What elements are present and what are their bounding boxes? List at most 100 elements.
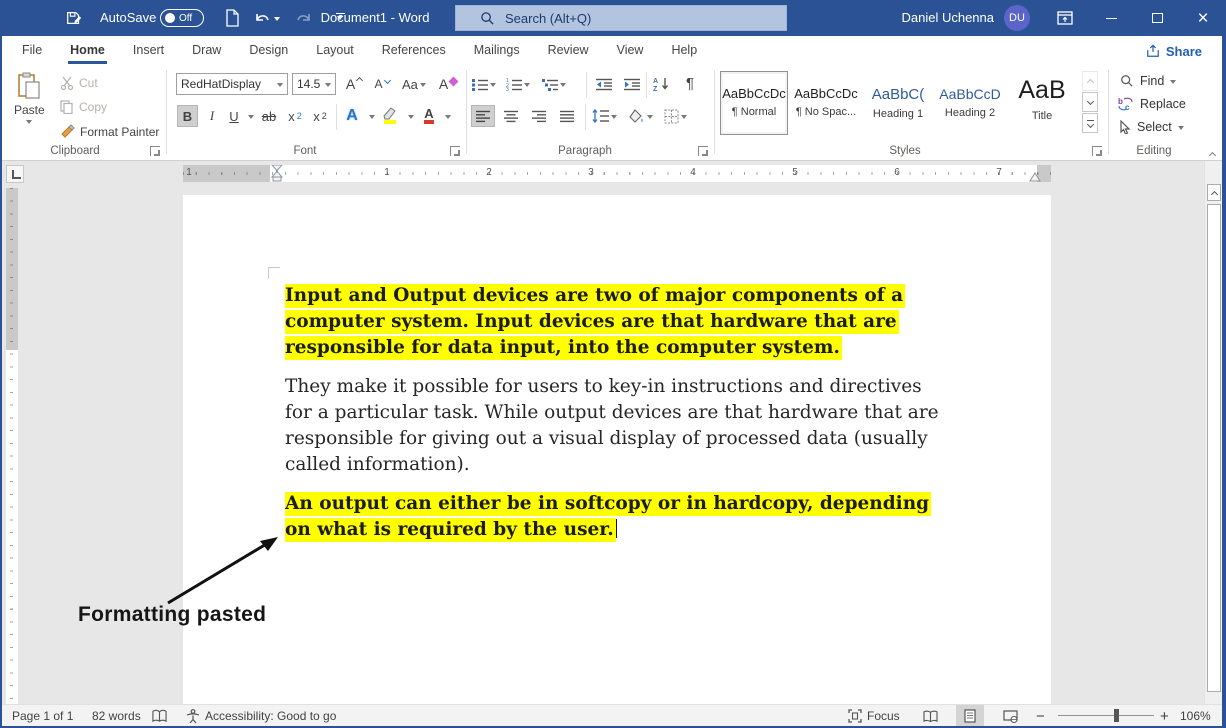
numbering-button[interactable]: 123 [506,73,530,95]
style-normal[interactable]: AaBbCcDc ¶ Normal [720,71,788,135]
scrollbar-up-icon[interactable] [1207,184,1221,201]
new-document-icon[interactable] [222,8,242,28]
zoom-slider[interactable] [1058,715,1154,716]
read-mode-button[interactable] [916,705,944,727]
accessibility-status[interactable]: Accessibility: Good to go [186,705,336,727]
multilevel-list-button[interactable] [542,73,566,95]
select-button[interactable]: Select [1119,120,1184,134]
tab-mailings[interactable]: Mailings [460,36,534,64]
styles-scroll-down-button[interactable] [1082,92,1098,112]
tab-help[interactable]: Help [657,36,711,64]
paragraph-highlighted-1[interactable]: Input and Output devices are two of majo… [285,283,953,361]
underline-dropdown-icon[interactable] [241,105,261,127]
align-left-button[interactable] [471,105,495,127]
print-layout-button[interactable] [956,705,984,727]
vertical-scrollbar[interactable] [1204,161,1222,704]
tab-home[interactable]: Home [56,36,119,64]
maximize-button[interactable] [1134,0,1180,36]
text-highlight-button[interactable] [380,105,400,127]
autosave-toggle[interactable]: Off [160,9,204,27]
font-size-select[interactable]: 14.5 [292,73,336,95]
replace-button[interactable]: bc Replace [1118,97,1186,111]
tab-view[interactable]: View [603,36,658,64]
bold-button[interactable]: B [177,105,198,127]
align-right-button[interactable] [527,105,551,127]
text-effects-dropdown-icon[interactable] [362,105,382,127]
zoom-level[interactable]: 106% [1180,705,1211,727]
tab-design[interactable]: Design [235,36,302,64]
avatar[interactable]: DU [1004,5,1030,31]
paragraph-dialog-launcher-icon[interactable] [698,146,708,156]
change-case-button[interactable]: Aa [402,73,426,95]
strikethrough-button[interactable]: ab [259,105,279,127]
paste-button[interactable]: Paste [14,72,45,127]
styles-gallery-more-button[interactable] [1082,113,1098,133]
font-color-button[interactable]: A [419,105,439,127]
tab-draw[interactable]: Draw [178,36,235,64]
italic-button[interactable]: I [202,105,222,127]
collapse-ribbon-icon[interactable] [1204,147,1220,159]
document-text[interactable]: Input and Output devices are two of majo… [285,283,953,556]
zoom-out-button[interactable]: − [1036,705,1045,727]
grow-font-button[interactable]: A [344,73,364,95]
line-spacing-button[interactable] [592,105,617,127]
superscript-button[interactable]: x2 [310,105,330,127]
justify-button[interactable] [555,105,579,127]
subscript-button[interactable]: x2 [285,105,305,127]
document-page[interactable]: Input and Output devices are two of majo… [183,195,1051,704]
web-layout-button[interactable] [996,705,1024,727]
word-count[interactable]: 82 words [92,705,141,727]
font-dialog-launcher-icon[interactable] [450,146,460,156]
find-button[interactable]: Find [1120,74,1176,88]
indent-marker-left[interactable] [271,165,283,182]
search-icon [480,11,495,26]
tab-file[interactable]: File [8,36,56,64]
clipboard-dialog-launcher-icon[interactable] [150,146,160,156]
bullets-button[interactable] [472,73,496,95]
paragraph-normal[interactable]: They make it possible for users to key-i… [285,374,953,478]
style-no-spacing[interactable]: AaBbCcDc ¶ No Spac... [792,71,860,135]
indent-marker-right[interactable] [1029,172,1041,182]
minimize-button[interactable] [1088,0,1134,36]
undo-button[interactable] [252,8,272,28]
vertical-ruler[interactable] [6,188,18,704]
horizontal-ruler[interactable]: 1 1 2 3 4 5 6 7 [183,165,1051,182]
zoom-in-button[interactable]: + [1160,705,1169,727]
shrink-font-button[interactable]: A [372,73,392,95]
close-button[interactable]: × [1180,0,1226,36]
tab-review[interactable]: Review [534,36,603,64]
share-button[interactable]: Share [1138,40,1210,62]
font-family-select[interactable]: RedHatDisplay [176,73,288,95]
undo-dropdown-icon[interactable] [272,8,282,28]
align-center-button[interactable] [499,105,523,127]
search-input[interactable]: Search (Alt+Q) [455,5,787,31]
tab-insert[interactable]: Insert [119,36,178,64]
focus-button[interactable]: Focus [848,705,900,727]
ribbon-display-options-icon[interactable] [1042,0,1088,36]
scrollbar-thumb[interactable] [1207,204,1221,692]
sort-button[interactable]: AZ [652,73,672,95]
paragraph-highlighted-2[interactable]: An output can either be in softcopy or i… [285,491,953,543]
font-color-dropdown-icon[interactable] [438,105,458,127]
show-paragraph-marks-button[interactable]: ¶ [680,72,700,94]
proofing-icon[interactable] [152,705,167,727]
style-heading-2[interactable]: AaBbCcD Heading 2 [936,71,1004,135]
page-indicator[interactable]: Page 1 of 1 [12,705,73,727]
format-painter-button[interactable]: Format Painter [60,124,159,139]
style-heading-1[interactable]: AaBbC( Heading 1 [864,71,932,135]
decrease-indent-button[interactable] [594,73,614,95]
tab-stop-selector[interactable] [6,165,24,183]
save-icon[interactable] [64,8,84,28]
svg-text:3: 3 [506,87,509,91]
text-highlight-dropdown-icon[interactable] [401,105,421,127]
tab-references[interactable]: References [368,36,460,64]
text-effects-button[interactable]: A [342,105,362,127]
tab-layout[interactable]: Layout [302,36,368,64]
borders-button[interactable] [664,105,687,127]
shading-button[interactable] [628,105,653,127]
zoom-slider-thumb[interactable] [1114,709,1119,722]
style-title[interactable]: AaB Title [1008,71,1076,135]
clear-formatting-button[interactable]: A [438,73,458,95]
styles-dialog-launcher-icon[interactable] [1092,146,1102,156]
increase-indent-button[interactable] [622,73,642,95]
